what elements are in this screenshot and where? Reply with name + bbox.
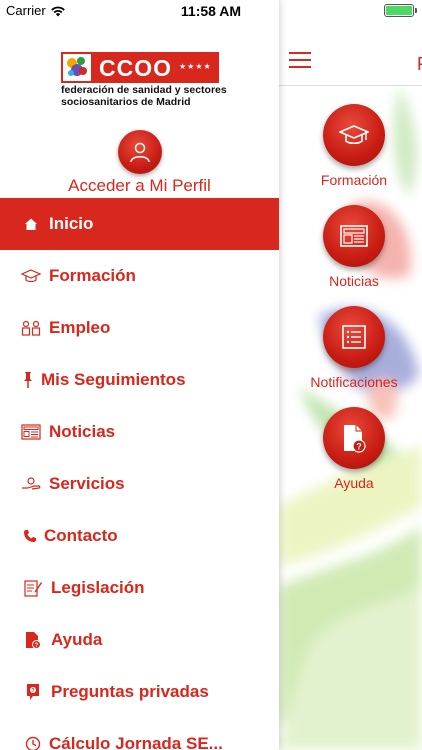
tile-formacion-label: Formación — [320, 172, 388, 188]
pin-icon — [22, 369, 34, 391]
ccoo-logo: CCOO ★★★★ federación de sanidad y sector… — [61, 52, 227, 108]
menu-item-label: Ayuda — [51, 630, 103, 649]
profile-link[interactable]: Acceder a Mi Perfil — [0, 176, 279, 196]
menu-item-label: Legislación — [51, 578, 145, 597]
menu-item-servicios[interactable]: Servicios — [0, 458, 279, 510]
help-document-icon: ? — [323, 407, 385, 469]
hand-icon — [20, 473, 42, 495]
question-bubble-icon: ? — [24, 681, 42, 703]
menu-item-label: Formación — [49, 266, 136, 285]
drawer-menu: Inicio Formación Empleo Mis Seguimientos… — [0, 198, 279, 750]
menu-item-label: Preguntas privadas — [51, 682, 209, 701]
side-drawer: CCOO ★★★★ federación de sanidad y sector… — [0, 0, 279, 750]
document-edit-icon — [24, 577, 42, 599]
menu-item-label: Noticias — [49, 422, 116, 441]
menu-item-legislacion[interactable]: Legislación — [0, 562, 279, 614]
menu-item-noticias[interactable]: Noticias — [0, 406, 279, 458]
home-icon — [20, 213, 42, 235]
logo-subtitle-line2: sociosanitarios de Madrid — [61, 96, 191, 108]
logo-banner: CCOO ★★★★ — [61, 52, 219, 83]
clock-icon — [24, 733, 42, 750]
svg-text:?: ? — [31, 688, 34, 694]
tile-ayuda-label: Ayuda — [334, 475, 374, 491]
tile-ayuda[interactable]: ? Ayuda — [294, 407, 414, 491]
phone-icon — [22, 525, 38, 547]
menu-item-formacion[interactable]: Formación — [0, 250, 279, 302]
graduation-cap-icon — [20, 265, 42, 287]
logo-wordmark: CCOO — [99, 55, 172, 81]
newspaper-icon — [323, 205, 385, 267]
main-screen: F Formación Noticias Notificaciones ? Ay… — [279, 22, 422, 750]
menu-item-empleo[interactable]: Empleo — [0, 302, 279, 354]
help-document-icon: ? — [24, 629, 42, 651]
status-time: 11:58 AM — [180, 3, 242, 19]
user-icon — [130, 142, 150, 163]
menu-item-label: Cálculo Jornada SE... — [49, 734, 223, 750]
menu-item-calculo-jornada[interactable]: Cálculo Jornada SE... — [0, 718, 279, 750]
tile-noticias-label: Noticias — [329, 273, 379, 289]
menu-item-label: Inicio — [49, 214, 94, 233]
menu-item-inicio[interactable]: Inicio — [0, 198, 279, 250]
hamburger-menu-icon[interactable] — [289, 52, 311, 68]
menu-item-label: Servicios — [49, 474, 125, 493]
newspaper-icon — [20, 421, 42, 443]
tile-notificaciones-label: Notificaciones — [310, 374, 398, 390]
profile-avatar-button[interactable] — [118, 130, 162, 174]
menu-item-mis-seguimientos[interactable]: Mis Seguimientos — [0, 354, 279, 406]
main-title: F — [417, 54, 422, 75]
menu-item-preguntas-privadas[interactable]: ? Preguntas privadas — [0, 666, 279, 718]
logo-subtitle-line1: federación de sanidad y sectores — [61, 84, 227, 96]
menu-item-label: Empleo — [49, 318, 111, 337]
logo-emblem-icon — [63, 54, 91, 81]
svg-text:?: ? — [356, 442, 362, 452]
tile-noticias[interactable]: Noticias — [294, 205, 414, 289]
battery-icon — [384, 4, 417, 17]
tile-formacion[interactable]: Formación — [294, 104, 414, 188]
people-icon — [20, 317, 42, 339]
tile-notificaciones[interactable]: Notificaciones — [294, 306, 414, 390]
status-bar: Carrier 11:58 AM — [0, 0, 422, 22]
svg-text:?: ? — [35, 643, 39, 649]
menu-item-label: Contacto — [44, 526, 118, 545]
menu-item-label: Mis Seguimientos — [41, 370, 186, 389]
logo-stars: ★★★★ — [179, 62, 212, 71]
menu-item-ayuda[interactable]: ? Ayuda — [0, 614, 279, 666]
menu-item-contacto[interactable]: Contacto — [0, 510, 279, 562]
list-icon — [323, 306, 385, 368]
main-header: F — [279, 22, 422, 86]
graduation-cap-icon — [323, 104, 385, 166]
